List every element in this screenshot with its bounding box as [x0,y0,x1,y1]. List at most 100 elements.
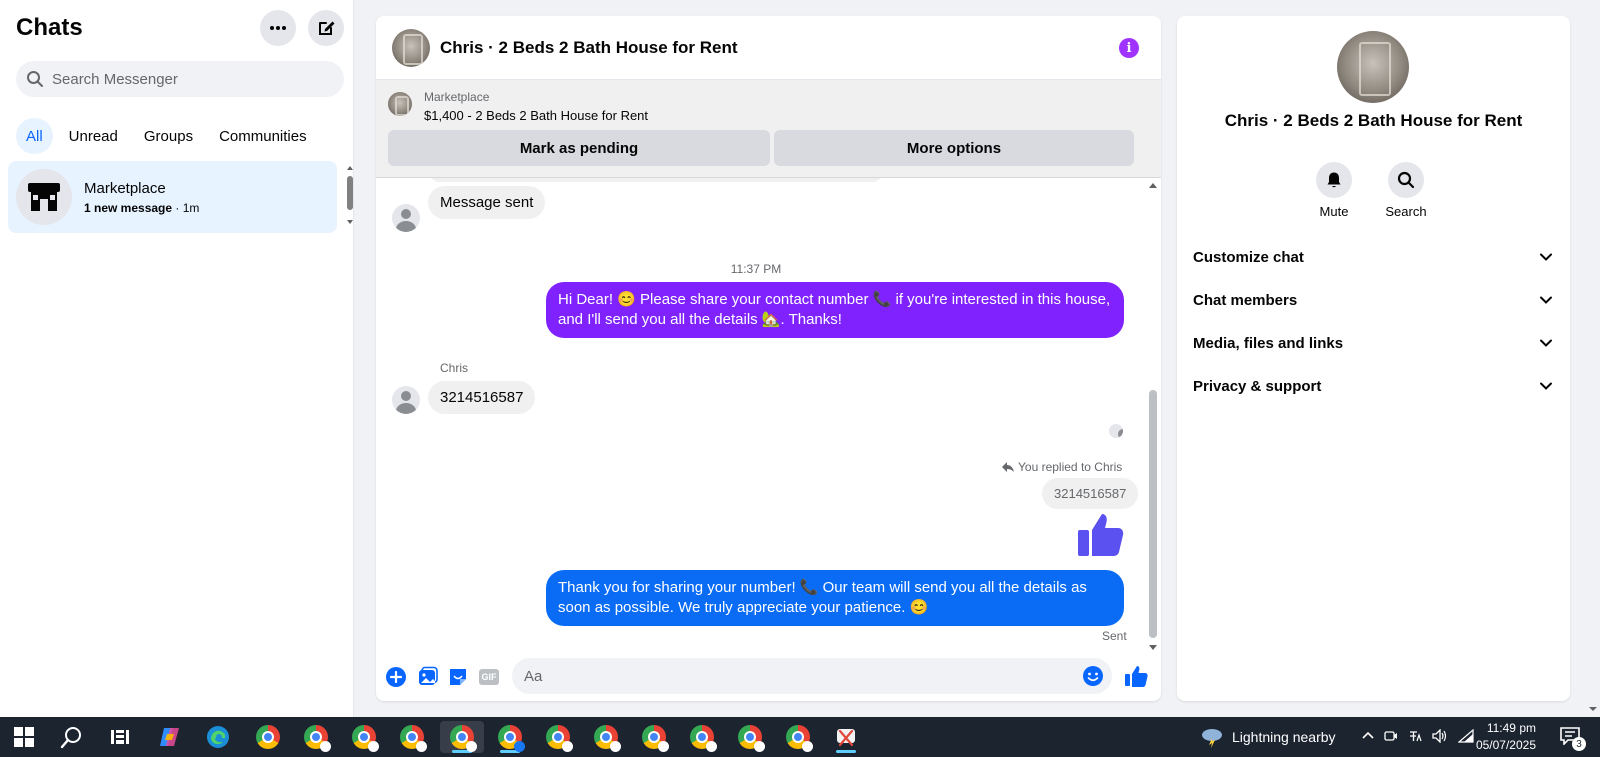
chrome-app[interactable] [536,721,580,753]
chat-info-panel: Chris · 2 Beds 2 Bath House for Rent Mut… [1177,16,1570,701]
bell-icon [1327,172,1341,188]
system-tray [1362,729,1474,743]
listing-title[interactable]: $1,400 - 2 Beds 2 Bath House for Rent [424,108,648,123]
section-chat-members[interactable]: Chat members [1193,280,1553,320]
profile-avatar[interactable] [1337,31,1409,103]
section-label: Privacy & support [1193,377,1322,395]
chrome-app[interactable] [390,721,434,753]
mark-as-pending-button[interactable]: Mark as pending [388,130,770,166]
chat-avatar[interactable] [392,28,430,67]
photo-icon [419,666,438,685]
replied-message-quote[interactable]: 3214516587 [1042,478,1139,509]
chrome-icon [352,725,379,752]
search-icon [27,71,43,87]
reply-arrow-icon [1002,462,1014,472]
incoming-message[interactable]: Message sent [428,186,546,219]
chrome-app[interactable] [776,721,820,753]
filter-groups[interactable]: Groups [134,118,203,154]
chat-unread-count: 1 new message [84,200,173,215]
search-messenger[interactable] [16,61,344,97]
outgoing-message[interactable]: Thank you for sharing your number! 📞 Our… [546,570,1124,626]
chrome-icon [642,725,669,752]
notification-center-button[interactable]: 3 [1560,727,1586,751]
listing-thumbnail[interactable] [388,92,412,116]
incoming-message[interactable]: 3214516587 [428,381,536,414]
chrome-icon [400,725,427,752]
wifi-icon[interactable] [1458,729,1474,743]
copilot-app[interactable] [148,721,192,753]
sidebar-scrollbar[interactable] [346,164,354,228]
listing-source: Marketplace [424,90,490,104]
volume-icon[interactable] [1432,729,1448,743]
mute-button[interactable] [1316,162,1352,198]
chrome-app[interactable] [294,721,338,753]
new-message-button[interactable] [308,10,344,46]
sticker-button[interactable] [446,665,470,689]
notification-badge: 3 [1572,737,1586,751]
section-label: Customize chat [1193,248,1304,266]
conversation-title[interactable]: Chris · 2 Beds 2 Bath House for Rent [440,38,738,58]
mute-action[interactable]: Mute [1304,162,1364,219]
taskbar-search-button[interactable] [50,721,94,753]
attach-photo-button[interactable] [416,665,440,689]
more-options-listing-button[interactable]: More options [774,130,1134,166]
filter-all[interactable]: All [16,118,53,154]
chrome-app-active[interactable] [440,721,484,753]
chat-preview: 1 new message · 1m [84,201,199,215]
chrome-icon [594,725,621,752]
camera-icon[interactable] [1384,729,1398,743]
conversation-panel: Chris · 2 Beds 2 Bath House for Rent i M… [376,16,1161,701]
weather-text[interactable]: Lightning nearby [1232,729,1336,745]
task-view-button[interactable] [98,721,142,753]
profile-name: Chris · 2 Beds 2 Bath House for Rent [1224,111,1523,130]
section-customize-chat[interactable]: Customize chat [1193,237,1553,277]
message-input[interactable] [524,667,1064,685]
chrome-app[interactable] [246,721,290,753]
contact-avatar[interactable] [392,386,420,414]
section-media-files-links[interactable]: Media, files and links [1193,323,1553,363]
outgoing-message[interactable]: Hi Dear! 😊 Please share your contact num… [546,282,1124,338]
chrome-app[interactable] [488,721,532,753]
edge-app[interactable] [196,721,240,753]
gif-button[interactable]: GIF [477,665,501,689]
chrome-app[interactable] [728,721,772,753]
windows-logo-icon [14,727,34,747]
chevron-down-icon [1540,253,1552,261]
chrome-app[interactable] [632,721,676,753]
contact-avatar[interactable] [392,204,420,232]
emoji-icon[interactable] [1082,665,1104,687]
page-scroll-down[interactable] [1586,700,1600,717]
chevron-up-icon[interactable] [1362,730,1374,742]
chrome-app[interactable] [342,721,386,753]
thumbs-up-icon [1125,666,1148,687]
snipping-tool-app[interactable] [824,721,868,753]
section-privacy-support[interactable]: Privacy & support [1193,366,1553,406]
info-icon[interactable]: i [1119,38,1139,58]
more-options-button[interactable] [260,10,296,46]
search-icon [60,727,81,749]
messages-scrollbar[interactable] [1145,178,1161,656]
message-input-box[interactable] [512,658,1112,694]
chat-filters: All Unread Groups Communities [16,118,317,154]
send-like-button[interactable] [1124,664,1148,688]
gif-icon: GIF [479,669,499,685]
thumbs-up-sticker[interactable] [1076,510,1124,558]
message-timestamp: 11:37 PM [730,262,782,276]
chrome-app[interactable] [584,721,628,753]
add-attachment-button[interactable] [384,665,408,689]
scroll-thumb[interactable] [1149,390,1157,638]
weather-widget[interactable] [1200,726,1224,753]
chrome-app[interactable] [680,721,724,753]
system-clock[interactable]: 11:49 pm 05/07/2025 [1476,720,1536,754]
search-in-chat-button[interactable] [1388,162,1424,198]
search-action[interactable]: Search [1376,162,1436,219]
chat-list-item[interactable]: Marketplace 1 new message · 1m [8,161,337,233]
filter-communities[interactable]: Communities [209,118,317,154]
start-button[interactable] [2,721,46,753]
compose-icon [319,21,335,35]
search-input[interactable] [52,70,332,88]
mute-label: Mute [1319,204,1349,219]
filter-unread[interactable]: Unread [59,118,128,154]
chrome-icon [690,725,717,752]
language-icon[interactable] [1408,729,1422,743]
